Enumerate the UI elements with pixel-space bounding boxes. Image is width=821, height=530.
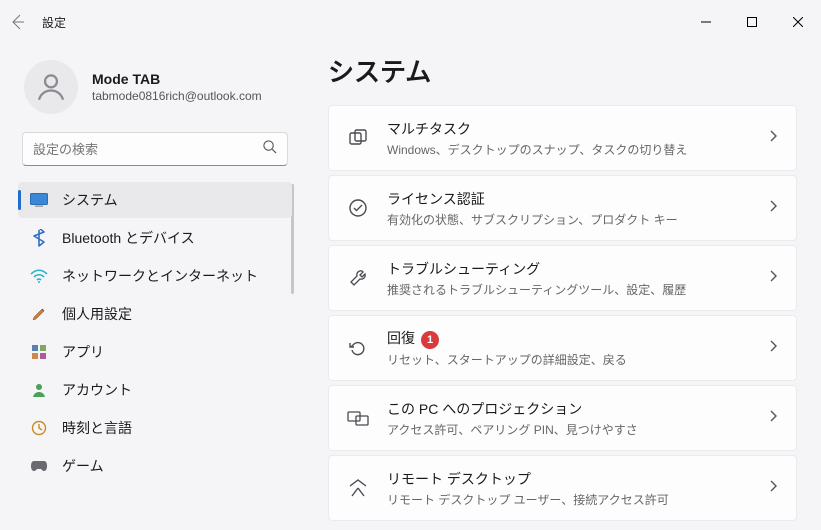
nav-list: システム Bluetooth とデバイス ネットワークとインターネット 個人用設…: [18, 182, 292, 484]
card-subtitle: Windows、デスクトップのスナップ、タスクの切り替え: [387, 141, 752, 158]
search-icon: [262, 139, 277, 159]
wifi-icon: [30, 267, 48, 285]
minimize-button[interactable]: [683, 6, 729, 38]
maximize-icon: [747, 17, 757, 27]
minimize-icon: [701, 17, 711, 27]
card-subtitle: 有効化の状態、サブスクリプション、プロダクト キー: [387, 211, 752, 228]
sidebar-item-label: ネットワークとインターネット: [62, 266, 258, 286]
chevron-right-icon: [770, 129, 778, 147]
sidebar-item-network[interactable]: ネットワークとインターネット: [18, 258, 292, 294]
window-controls: [683, 6, 821, 38]
sidebar-item-personalization[interactable]: 個人用設定: [18, 296, 292, 332]
chevron-right-icon: [770, 199, 778, 217]
apps-icon: [30, 343, 48, 361]
sidebar-item-label: システム: [62, 190, 118, 210]
sidebar-item-label: 個人用設定: [62, 304, 132, 324]
sidebar: Mode TAB tabmode0816rich@outlook.com システ…: [0, 44, 300, 530]
display-icon: [30, 191, 48, 209]
sidebar-item-bluetooth[interactable]: Bluetooth とデバイス: [18, 220, 292, 256]
sidebar-item-label: アプリ: [62, 342, 104, 362]
card-recovery[interactable]: 回復1 リセット、スタートアップの詳細設定、戻る: [328, 315, 797, 381]
project-icon: [347, 407, 369, 429]
sidebar-item-label: アカウント: [62, 380, 132, 400]
close-icon: [793, 17, 803, 27]
maximize-button[interactable]: [729, 6, 775, 38]
wrench-icon: [347, 267, 369, 289]
main-content: システム マルチタスク Windows、デスクトップのスナップ、タスクの切り替え…: [300, 44, 821, 530]
bluetooth-icon: [30, 229, 48, 247]
card-troubleshoot[interactable]: トラブルシューティング 推奨されるトラブルシューティングツール、設定、履歴: [328, 245, 797, 311]
profile-email: tabmode0816rich@outlook.com: [92, 89, 262, 103]
clock-globe-icon: [30, 419, 48, 437]
window-title: 設定: [42, 14, 66, 31]
chevron-right-icon: [770, 339, 778, 357]
card-subtitle: アクセス許可、ペアリング PIN、見つけやすさ: [387, 421, 752, 438]
paintbrush-icon: [30, 305, 48, 323]
card-title: ライセンス認証: [387, 189, 752, 209]
card-multitasking[interactable]: マルチタスク Windows、デスクトップのスナップ、タスクの切り替え: [328, 105, 797, 171]
card-activation[interactable]: ライセンス認証 有効化の状態、サブスクリプション、プロダクト キー: [328, 175, 797, 241]
card-title: リモート デスクトップ: [387, 469, 752, 489]
card-remote-desktop[interactable]: リモート デスクトップ リモート デスクトップ ユーザー、接続アクセス許可: [328, 455, 797, 521]
card-title: マルチタスク: [387, 119, 752, 139]
card-subtitle: リモート デスクトップ ユーザー、接続アクセス許可: [387, 491, 752, 508]
card-subtitle: リセット、スタートアップの詳細設定、戻る: [387, 351, 752, 368]
card-projecting[interactable]: この PC へのプロジェクション アクセス許可、ペアリング PIN、見つけやすさ: [328, 385, 797, 451]
profile-block[interactable]: Mode TAB tabmode0816rich@outlook.com: [18, 54, 292, 132]
back-button[interactable]: [0, 14, 36, 30]
card-title: この PC へのプロジェクション: [387, 399, 752, 419]
card-subtitle: 推奨されるトラブルシューティングツール、設定、履歴: [387, 281, 752, 298]
sidebar-item-gaming[interactable]: ゲーム: [18, 448, 292, 484]
card-title: 回復1: [387, 328, 752, 349]
sidebar-item-apps[interactable]: アプリ: [18, 334, 292, 370]
account-icon: [30, 381, 48, 399]
person-icon: [34, 70, 68, 104]
profile-text: Mode TAB tabmode0816rich@outlook.com: [92, 71, 262, 103]
chevron-right-icon: [770, 409, 778, 427]
remote-desktop-icon: [347, 477, 369, 499]
multitasking-icon: [347, 127, 369, 149]
chevron-right-icon: [770, 269, 778, 287]
card-title: トラブルシューティング: [387, 259, 752, 279]
badge: 1: [421, 331, 439, 349]
title-bar: 設定: [0, 0, 821, 44]
avatar: [24, 60, 78, 114]
sidebar-item-system[interactable]: システム: [18, 182, 292, 218]
close-button[interactable]: [775, 6, 821, 38]
search-input[interactable]: [33, 142, 262, 157]
sidebar-item-label: ゲーム: [62, 456, 104, 476]
sidebar-item-accounts[interactable]: アカウント: [18, 372, 292, 408]
gamepad-icon: [30, 457, 48, 475]
sidebar-item-label: Bluetooth とデバイス: [62, 228, 195, 248]
back-arrow-icon: [10, 14, 26, 30]
chevron-right-icon: [770, 479, 778, 497]
recovery-icon: [347, 337, 369, 359]
profile-name: Mode TAB: [92, 71, 262, 87]
settings-cards: マルチタスク Windows、デスクトップのスナップ、タスクの切り替え ライセン…: [328, 105, 797, 521]
checkmark-circle-icon: [347, 197, 369, 219]
sidebar-item-time-language[interactable]: 時刻と言語: [18, 410, 292, 446]
page-title: システム: [328, 52, 797, 89]
sidebar-item-label: 時刻と言語: [62, 418, 132, 438]
search-box[interactable]: [22, 132, 288, 166]
